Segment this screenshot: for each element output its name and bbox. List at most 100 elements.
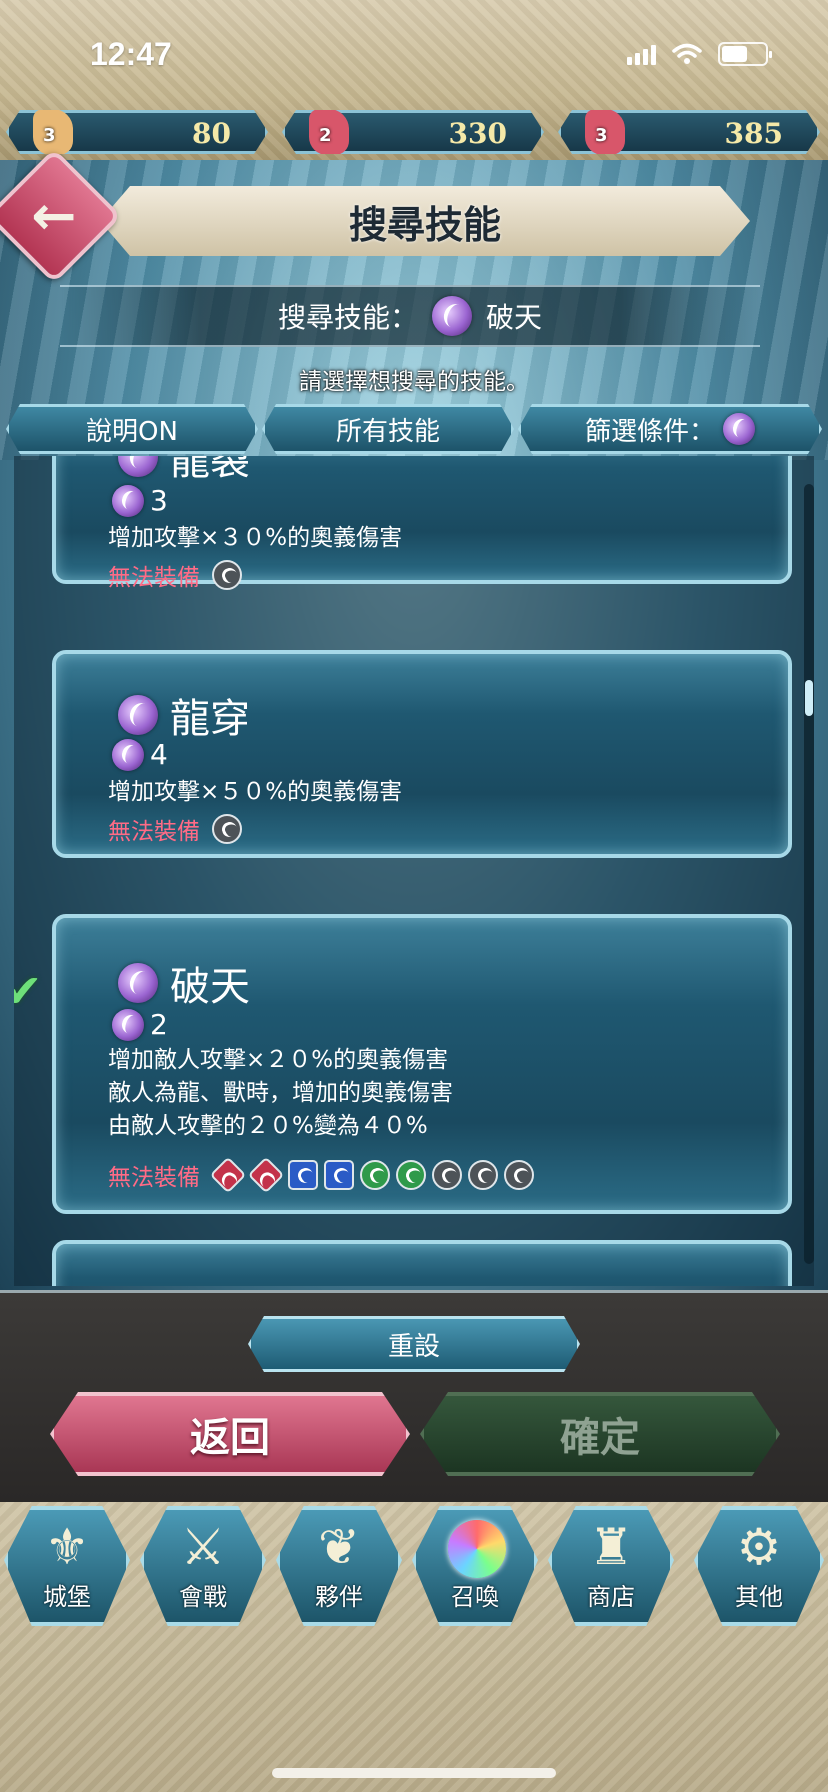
wifi-icon bbox=[672, 43, 702, 64]
skill-name-row: 龍裂 bbox=[118, 456, 250, 486]
status-time: 12:47 bbox=[90, 36, 172, 72]
explain-toggle-label: 說明ON bbox=[86, 416, 178, 447]
skill-cooldown-row: 2 bbox=[112, 1008, 168, 1041]
skill-description: 增加敵人攻擊×２０%的奧義傷害 敵人為龍、獸時，增加的奧義傷害 由敵人攻擊的２０… bbox=[108, 1044, 453, 1143]
confirm-button[interactable]: 確定 bbox=[420, 1392, 780, 1476]
special-skill-icon bbox=[118, 695, 158, 735]
skill-restriction: 無法裝備 bbox=[108, 1156, 534, 1194]
skill-card[interactable]: 龍穿 4 增加攻擊×５０%的奧義傷害 無法裝備 bbox=[52, 650, 792, 858]
skill-description-line: 增加攻擊×５０%的奧義傷害 bbox=[108, 779, 403, 805]
search-label: 搜尋技能： bbox=[277, 301, 418, 334]
colorless-beast-icon bbox=[504, 1160, 534, 1190]
status-bar: 12:47 bbox=[0, 34, 828, 74]
search-skill-name: 破天 bbox=[486, 301, 543, 334]
red-beast-icon bbox=[247, 1156, 285, 1194]
special-skill-icon bbox=[432, 296, 472, 336]
skill-list[interactable]: 龍裂 3 增加攻擊×３０%的奧義傷害 無法裝備 龍穿 4 增加攻擊×５０%的奧義… bbox=[14, 456, 814, 1286]
restriction-label: 無法裝備 bbox=[108, 565, 200, 591]
special-cooldown-icon bbox=[112, 484, 144, 517]
nav-label: 召喚 bbox=[451, 1583, 499, 1611]
selected-check-icon: ✔ bbox=[14, 964, 43, 1018]
status-icons bbox=[627, 42, 772, 66]
skill-name-row: 破天 bbox=[118, 954, 250, 1012]
currency-orbs: 3 80 bbox=[6, 110, 268, 154]
restriction-label: 無法裝備 bbox=[108, 819, 200, 845]
skill-cooldown-row: 4 bbox=[112, 738, 168, 771]
skill-description-line: 敵人為龍、獸時，增加的奧義傷害 bbox=[108, 1080, 453, 1106]
filter-tabs: 說明ON 所有技能 篩選條件： bbox=[0, 404, 828, 456]
skill-description: 增加攻擊×５０%的奧義傷害 bbox=[108, 776, 402, 809]
restriction-label: 無法裝備 bbox=[108, 1165, 200, 1191]
skill-name: 龍穿 bbox=[170, 696, 250, 742]
scrollbar-thumb[interactable] bbox=[805, 680, 813, 716]
skill-cooldown: 4 bbox=[150, 738, 168, 771]
search-summary: 搜尋技能： 破天 bbox=[60, 285, 760, 347]
currency-count: 2 bbox=[319, 125, 332, 146]
cellular-signal-icon bbox=[627, 43, 656, 65]
currency-amount: 80 bbox=[192, 117, 231, 150]
skill-name: 破天 bbox=[170, 964, 250, 1010]
skill-card-selected[interactable]: ✔ 破天 2 增加敵人攻擊×２０%的奧義傷害 敵人為龍、獸時，增加的奧義傷害 由… bbox=[14, 914, 792, 1214]
skill-restriction: 無法裝備 bbox=[108, 558, 242, 592]
skill-list-scrollbar[interactable] bbox=[804, 484, 814, 1264]
home-indicator[interactable] bbox=[272, 1768, 556, 1778]
skill-description-line: 增加敵人攻擊×２０%的奧義傷害 bbox=[108, 1047, 449, 1073]
title-banner: 搜尋技能 bbox=[100, 186, 750, 256]
blue-dragon-icon bbox=[288, 1160, 318, 1190]
currency-badges: 3 385 bbox=[558, 110, 820, 154]
special-cooldown-icon bbox=[112, 1008, 144, 1041]
colorless-dragon-icon bbox=[468, 1160, 498, 1190]
reset-button-label: 重設 bbox=[387, 1331, 440, 1362]
filter-button[interactable]: 篩選條件： bbox=[518, 404, 822, 454]
orb-icon bbox=[448, 1520, 506, 1578]
confirm-button-label: 確定 bbox=[560, 1415, 640, 1461]
staff-icon bbox=[212, 560, 242, 590]
page-title: 搜尋技能 bbox=[348, 202, 501, 247]
shop-castle-icon: ♜ bbox=[588, 1518, 634, 1576]
green-beast-icon bbox=[396, 1160, 426, 1190]
gear-icon: ⚙ bbox=[736, 1518, 782, 1576]
staff-icon bbox=[432, 1160, 462, 1190]
green-dragon-icon bbox=[360, 1160, 390, 1190]
skill-name: 龍裂 bbox=[170, 456, 250, 484]
currency-amount: 330 bbox=[448, 117, 507, 150]
currency-count: 3 bbox=[595, 125, 608, 146]
skill-cooldown: 3 bbox=[150, 484, 168, 517]
nav-label: 商店 bbox=[587, 1583, 635, 1611]
reset-button[interactable]: 重設 bbox=[248, 1316, 580, 1372]
blue-beast-icon bbox=[324, 1160, 354, 1190]
skill-card[interactable]: 龍裂 3 增加攻擊×３０%的奧義傷害 無法裝備 bbox=[52, 456, 792, 591]
skill-card[interactable] bbox=[52, 1240, 792, 1286]
explain-toggle-button[interactable]: 說明ON bbox=[6, 404, 258, 454]
return-button-label: 返回 bbox=[190, 1415, 270, 1461]
instruction-text: 請選擇想搜尋的技能。 bbox=[299, 369, 529, 395]
currency-count: 3 bbox=[43, 125, 56, 146]
nav-label: 夥伴 bbox=[315, 1583, 363, 1611]
currency-bar: 3 80 2 330 3 385 bbox=[0, 110, 828, 156]
return-button[interactable]: 返回 bbox=[50, 1392, 410, 1476]
skill-cooldown-row: 3 bbox=[112, 484, 168, 517]
all-skills-label: 所有技能 bbox=[335, 416, 440, 447]
all-skills-button[interactable]: 所有技能 bbox=[262, 404, 514, 454]
special-skill-icon bbox=[118, 456, 158, 477]
skill-description-line: 由敵人攻擊的２０%變為４０% bbox=[108, 1113, 428, 1139]
nav-label: 其他 bbox=[735, 1583, 783, 1611]
red-dragon-icon bbox=[209, 1156, 247, 1194]
nav-label: 城堡 bbox=[43, 1583, 91, 1611]
castle-crest-icon: ⚜ bbox=[44, 1518, 90, 1576]
skill-description-line: 增加攻擊×３０%的奧義傷害 bbox=[108, 525, 403, 551]
staff-icon bbox=[212, 814, 242, 844]
skill-cooldown: 2 bbox=[150, 1008, 168, 1041]
wing-icon: ❦ bbox=[318, 1518, 360, 1576]
nav-label: 會戰 bbox=[179, 1583, 227, 1611]
filter-label: 篩選條件： bbox=[584, 416, 715, 447]
back-arrow-icon: ← bbox=[31, 184, 77, 247]
crossed-swords-icon: ⚔ bbox=[180, 1518, 226, 1576]
skill-description: 增加攻擊×３０%的奧義傷害 bbox=[108, 522, 402, 555]
skill-name-row: 龍穿 bbox=[118, 686, 250, 744]
currency-amount: 385 bbox=[724, 117, 783, 150]
currency-great-badges: 2 330 bbox=[282, 110, 544, 154]
special-cooldown-icon bbox=[112, 738, 144, 771]
special-skill-icon bbox=[723, 413, 755, 445]
skill-restriction: 無法裝備 bbox=[108, 812, 242, 846]
